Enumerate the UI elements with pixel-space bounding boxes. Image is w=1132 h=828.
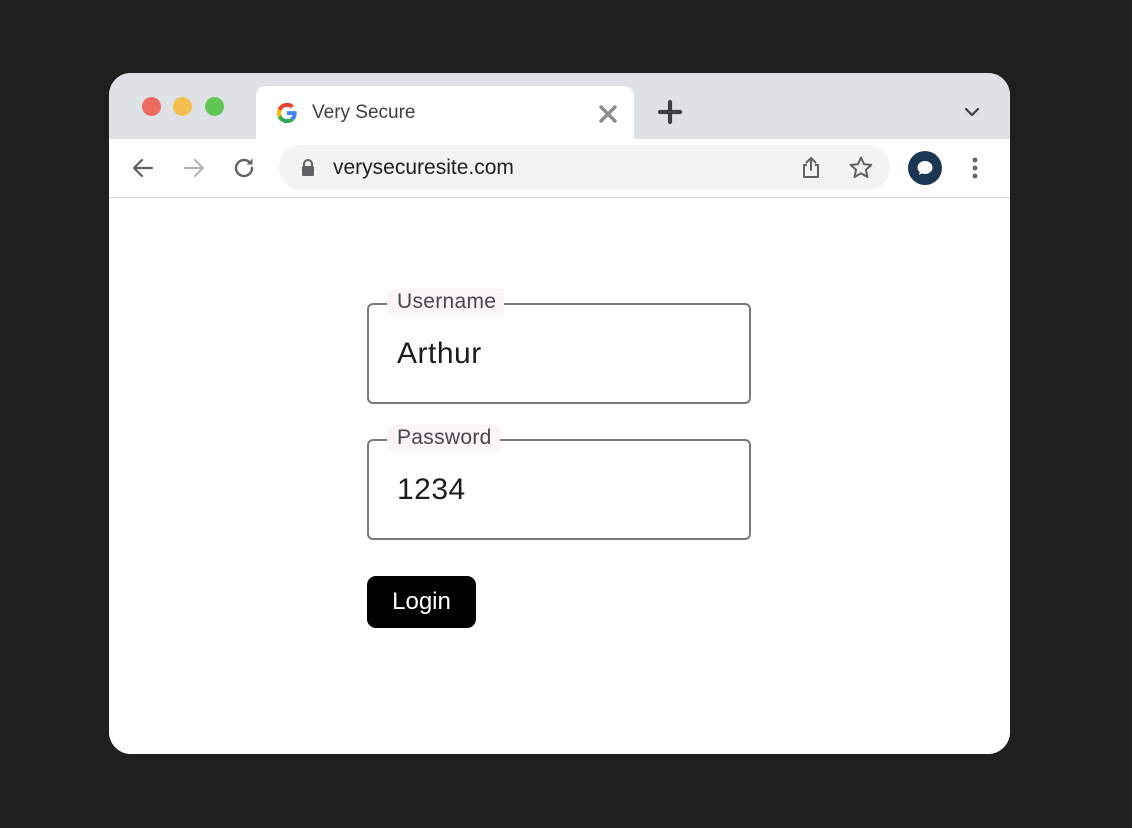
browser-window: Very Secure verysecuresite.com Username …	[109, 73, 1010, 754]
page-content: Username Password Login	[109, 198, 1010, 754]
lock-icon[interactable]	[299, 158, 317, 178]
share-icon[interactable]	[798, 155, 824, 181]
tab-very-secure[interactable]: Very Secure	[256, 86, 634, 144]
profile-head-icon	[917, 161, 933, 175]
kebab-menu-icon[interactable]	[965, 155, 985, 181]
address-bar[interactable]: verysecuresite.com	[279, 145, 890, 190]
chevron-down-icon[interactable]	[963, 103, 981, 121]
password-input[interactable]	[397, 473, 717, 507]
star-icon[interactable]	[847, 154, 875, 182]
maximize-window-button[interactable]	[205, 97, 224, 116]
avatar-icon[interactable]	[908, 151, 942, 185]
google-g-icon	[276, 102, 297, 124]
reload-icon[interactable]	[231, 155, 257, 181]
plus-icon[interactable]	[657, 99, 683, 125]
browser-toolbar: verysecuresite.com	[109, 139, 1010, 198]
password-field[interactable]: Password	[367, 425, 751, 540]
login-button[interactable]: Login	[367, 576, 476, 628]
minimize-window-button[interactable]	[173, 97, 192, 116]
password-label: Password	[387, 425, 500, 451]
tab-strip: Very Secure	[109, 73, 1010, 144]
close-icon[interactable]	[596, 102, 620, 126]
url-text[interactable]: verysecuresite.com	[333, 156, 514, 180]
username-input[interactable]	[397, 337, 717, 371]
arrow-right-icon[interactable]	[181, 155, 207, 181]
arrow-left-icon[interactable]	[130, 155, 156, 181]
tab-title: Very Secure	[312, 102, 416, 123]
username-field[interactable]: Username	[367, 289, 751, 404]
close-window-button[interactable]	[142, 97, 161, 116]
username-label: Username	[387, 289, 505, 315]
